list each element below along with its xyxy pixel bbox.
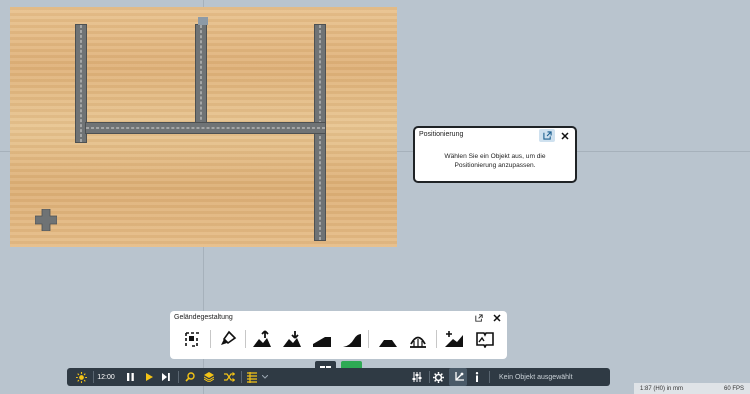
layers-button[interactable] [202,368,216,386]
info-button[interactable] [471,368,483,386]
pause-button[interactable] [124,368,136,386]
tool-separator [436,330,437,348]
info-bar: 1:87 (H0) in mm 60 FPS [634,383,750,394]
detach-panel-button[interactable] [473,312,485,324]
tool-terrain-catalog[interactable] [473,328,497,350]
close-icon [493,314,501,322]
positioning-message-line: Wählen Sie ein Objekt aus, um die [444,153,546,160]
raise-terrain-icon [253,330,271,347]
close-button[interactable] [558,129,571,142]
ramp-icon [313,337,331,347]
layers-icon [204,372,214,382]
search-icon [185,372,195,382]
rail-terrain-icon [410,336,426,348]
sliders-icon [412,372,422,382]
road-segment[interactable] [76,25,86,142]
smooth-slope-icon [343,334,361,347]
road-segment[interactable] [86,123,325,133]
scale-readout: 1:87 (H0) in mm [640,385,684,392]
positioning-icon [454,371,464,381]
positioning-panel: Positionierung Wählen Sie ein Objekt aus… [413,126,577,183]
daylight-button[interactable] [73,368,89,386]
toolbar-separator [489,371,490,383]
lower-terrain-icon [283,331,301,347]
add-terrain-icon [445,331,463,347]
detach-panel-button[interactable] [539,129,555,142]
search-button[interactable] [183,368,197,386]
tool-separator [245,330,246,348]
bottom-toolbar: 12:00 Kein Objekt ausgewählt [67,368,610,386]
positioning-panel-title: Positionierung [419,131,464,138]
toolbar-separator [241,371,242,383]
paint-brush-icon [221,330,237,345]
tool-rail-terrain[interactable] [406,328,430,350]
play-button[interactable] [143,368,155,386]
select-area-icon [185,332,200,347]
shuffle-icon [223,372,235,382]
tool-select-area[interactable] [181,328,205,350]
close-icon [560,131,569,140]
fps-readout: 60 FPS [723,385,744,392]
track-options-button[interactable] [245,368,259,386]
close-button[interactable] [491,312,503,324]
pause-icon [126,373,134,381]
positioning-message-line: Positionierung anzupassen. [454,162,536,169]
external-window-icon [542,131,552,140]
toolbar-separator [429,371,430,383]
step-forward-button[interactable] [160,368,172,386]
terrain-panel: Geländegestaltung [170,311,507,359]
tool-raise-terrain[interactable] [250,328,274,350]
properties-button[interactable] [410,368,424,386]
tool-add-terrain[interactable] [442,328,466,350]
tool-plateau[interactable] [376,328,400,350]
plateau-icon [379,340,397,347]
tool-separator [210,330,211,348]
crossroad-tile[interactable] [35,209,57,231]
settings-button[interactable] [431,368,445,386]
play-icon [145,373,153,381]
layout-board[interactable] [10,7,397,247]
chevron-down-icon [261,375,268,379]
terrain-catalog-icon [476,332,494,348]
tool-lower-terrain[interactable] [280,328,304,350]
track-options-dropdown[interactable] [260,368,269,386]
road-end-piece[interactable] [198,17,208,25]
tool-smooth-slope[interactable] [340,328,364,350]
toolbar-separator [178,371,179,383]
gear-icon [432,371,444,383]
road-segment[interactable] [196,25,206,130]
info-icon [475,372,479,382]
clock-time: 12:00 [97,373,115,381]
shuffle-button[interactable] [222,368,236,386]
terrain-panel-title: Geländegestaltung [174,314,233,321]
tool-ramp[interactable] [310,328,334,350]
sun-icon [75,371,87,383]
external-window-icon [475,314,483,322]
selection-status: Kein Objekt ausgewählt [499,373,573,381]
tool-separator [368,330,369,348]
tool-paint-brush[interactable] [216,328,240,350]
step-forward-icon [162,373,170,381]
track-icon [247,371,257,383]
positioning-button[interactable] [449,368,467,386]
positioning-message: Wählen Sie ein Objekt aus, um die Positi… [421,152,569,170]
